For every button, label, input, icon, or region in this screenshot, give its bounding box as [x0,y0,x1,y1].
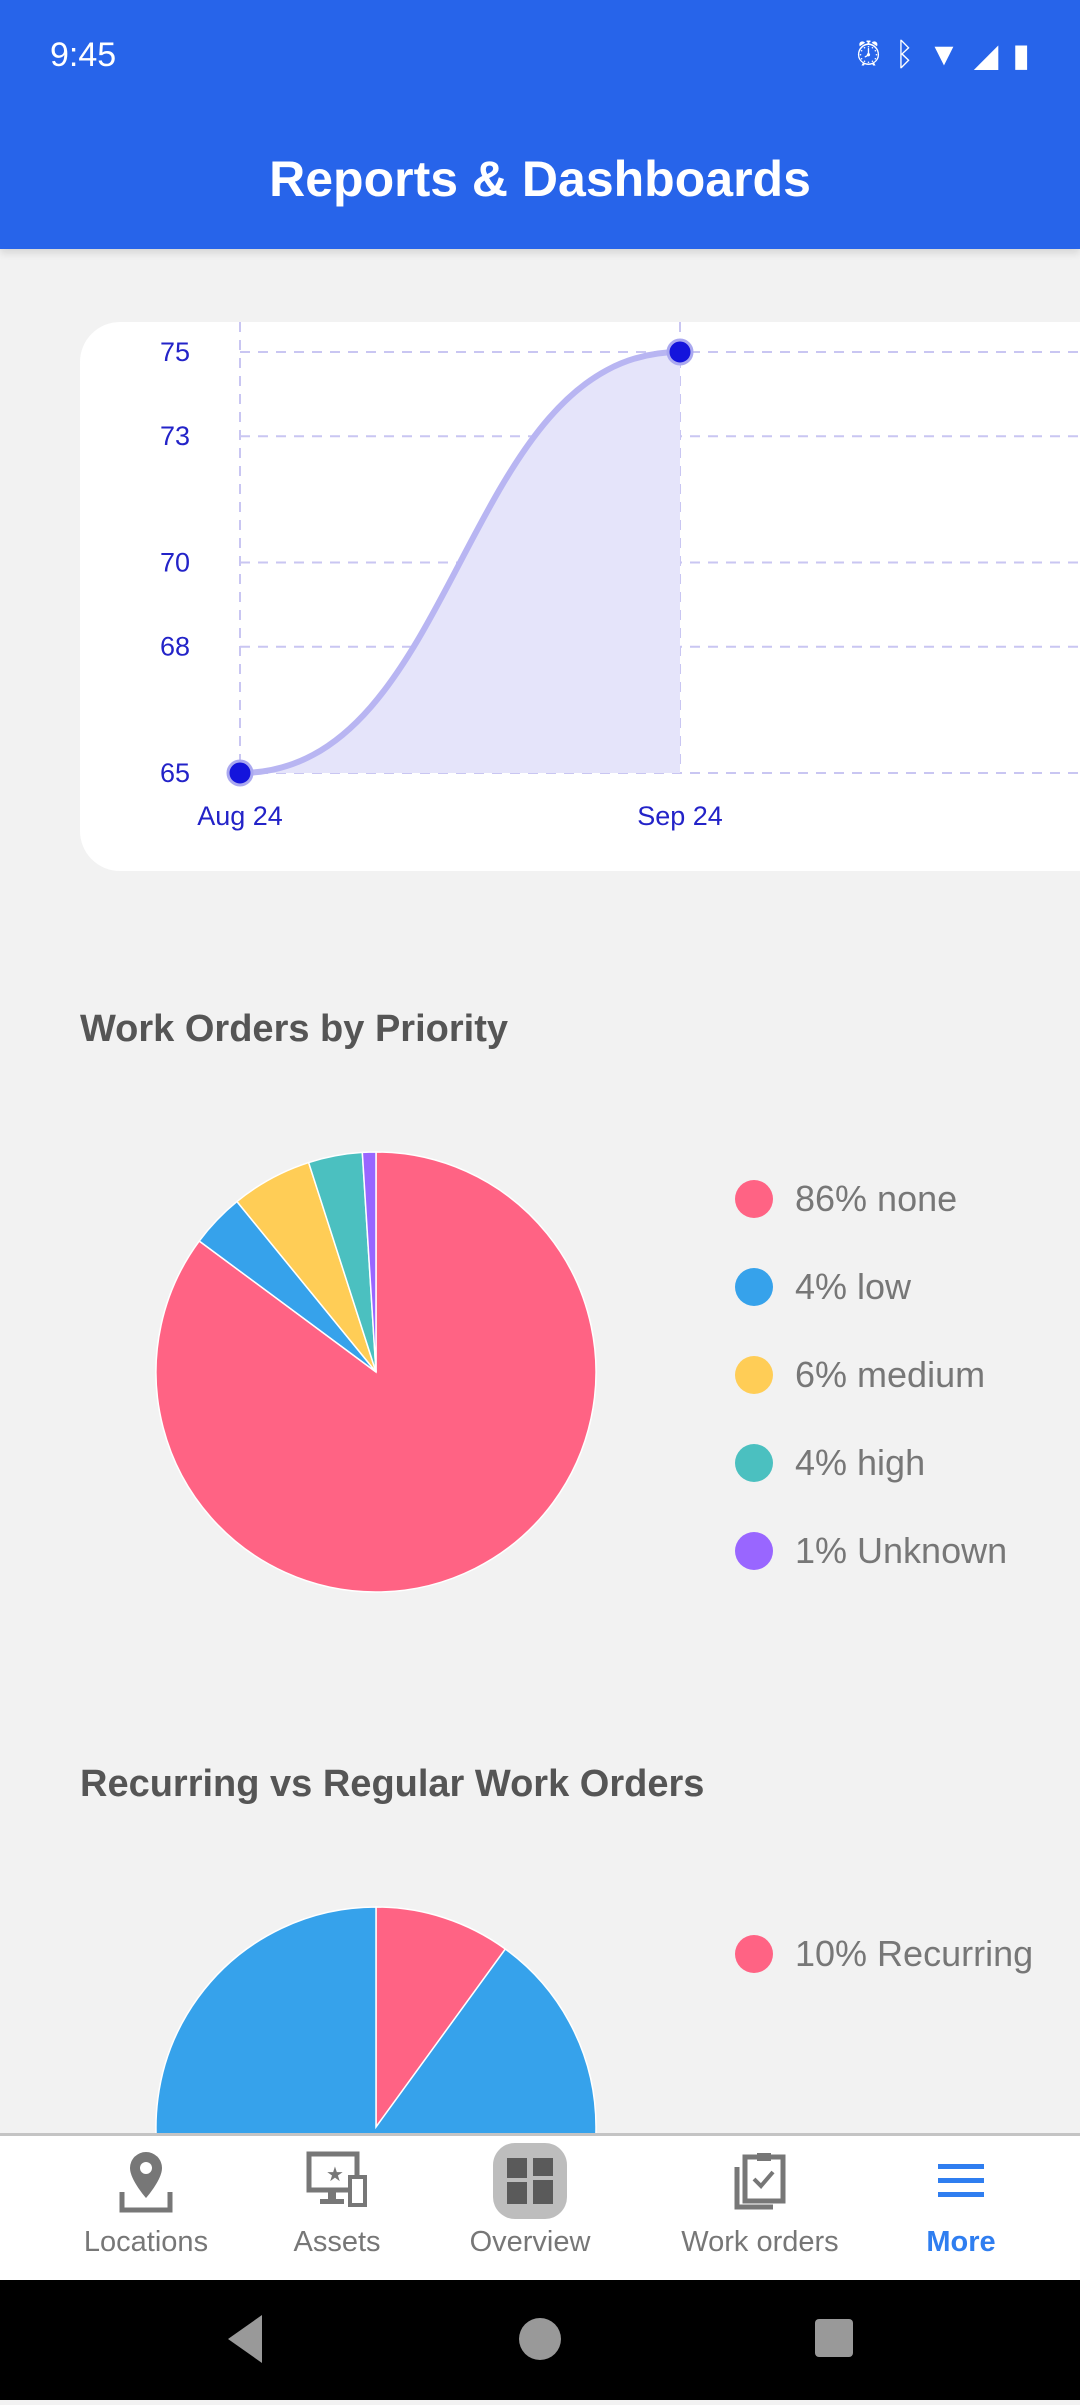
svg-text:★: ★ [326,2164,344,2186]
wifi-icon: ▼ [928,36,960,72]
clipboard-check-icon [734,2153,786,2210]
menu-icon [938,2164,984,2197]
recents-icon[interactable] [815,2319,853,2357]
nav-label: Assets [293,2226,381,2258]
legend-swatch [735,1268,773,1306]
legend-label: 10% Recurring [795,1933,1034,1974]
legend-swatch [735,1532,773,1570]
assets-icon: ★ [306,2151,367,2207]
priority-legend: 86% none 4% low 6% medium 4% high 1% Unknown [735,1155,1007,1595]
app-header: 9:45 ⏰︎ ᛒ ▼ ◢ ▮ Reports & Dashboards [0,0,1080,249]
y-tick-label: 73 [160,421,190,451]
recurring-pie-chart [155,1906,597,2133]
nav-label: Overview [469,2226,591,2258]
legend-swatch [735,1180,773,1218]
nav-more[interactable]: More [861,2136,1061,2283]
recurring-legend: 10% Recurring [735,1910,1033,1998]
line-chart: 75 73 70 68 65Aug 24 Sep 24 [160,322,1080,831]
page-title: Reports & Dashboards [269,151,811,207]
system-nav-bar [0,2280,1080,2400]
legend-item: 6% medium [735,1331,1007,1419]
nav-locations[interactable]: Locations [46,2136,246,2283]
nav-work-orders[interactable]: Work orders [660,2136,860,2283]
x-tick-label: Sep 24 [637,801,723,831]
legend-item: 10% Recurring [735,1910,1033,1998]
nav-assets[interactable]: ★ Assets [237,2136,437,2283]
nav-label: Work orders [681,2226,839,2258]
legend-swatch [735,1935,773,1973]
dashboard-icon [507,2158,553,2204]
y-tick-label: 68 [160,632,190,662]
legend-label: 1% Unknown [795,1530,1008,1571]
data-point [666,338,694,366]
status-icons: ⏰︎ ᛒ ▼ ◢ ▮ [856,36,1030,74]
status-time: 9:45 [50,36,117,74]
x-tick-label: Aug 24 [197,801,283,831]
legend-item: 4% low [735,1243,1007,1331]
pie-slice-regular [155,1906,597,2133]
y-tick-label: 65 [160,758,190,788]
data-point [226,759,254,787]
location-pin-icon [119,2152,173,2213]
legend-label: 6% medium [795,1354,986,1395]
nav-overview[interactable]: Overview [430,2136,630,2283]
priority-chart-title: Work Orders by Priority [80,1008,508,1050]
bluetooth-icon: ᛒ [894,36,915,72]
line-chart-card: 75 73 70 68 65 Aug 24 Sep 24 [80,322,1080,871]
home-icon[interactable] [519,2318,561,2360]
legend-swatch [735,1444,773,1482]
battery-icon: ▮ [1012,37,1030,73]
y-tick-label: 75 [160,337,190,367]
legend-label: 4% low [795,1266,912,1307]
legend-item: 4% high [735,1419,1007,1507]
recurring-chart-title: Recurring vs Regular Work Orders [80,1763,705,1805]
signal-icon: ◢ [973,37,999,73]
legend-label: 4% high [795,1442,926,1483]
nav-label: More [926,2226,996,2258]
legend-item: 86% none [735,1155,1007,1243]
nav-label: Locations [83,2226,209,2258]
back-icon[interactable] [228,2315,262,2363]
legend-label: 86% none [795,1178,958,1219]
alarm-icon: ⏰︎ [855,36,881,72]
priority-pie-chart [155,1151,597,1593]
legend-swatch [735,1356,773,1394]
bottom-nav: Locations ★ Assets Overview Work orders … [0,2133,1080,2280]
y-tick-label: 70 [160,548,190,578]
legend-item: 1% Unknown [735,1507,1007,1595]
